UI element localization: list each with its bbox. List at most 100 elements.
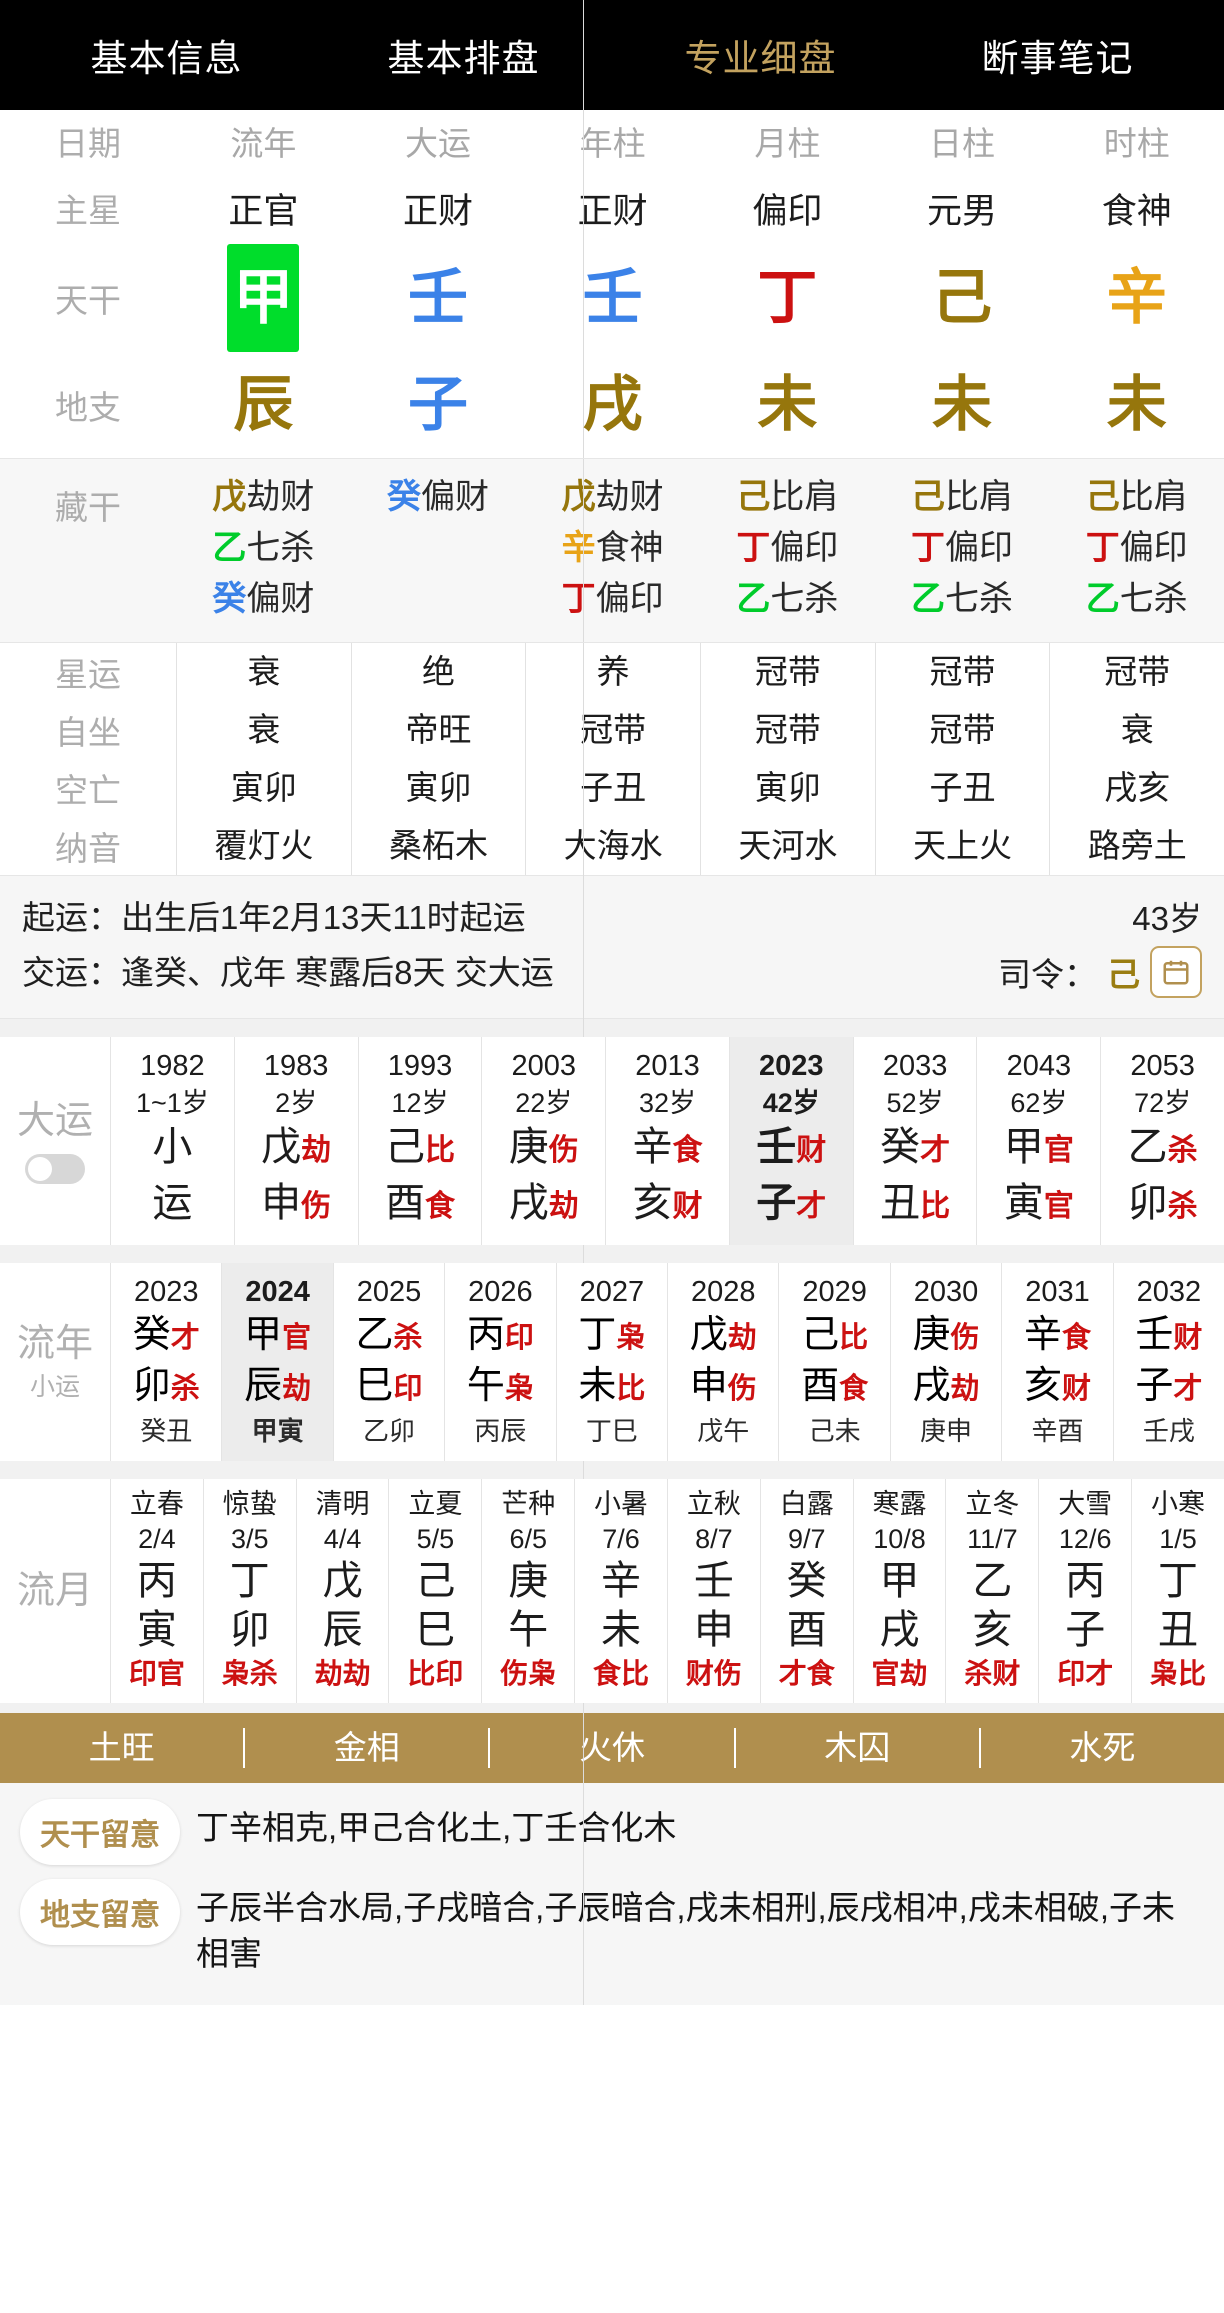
- liunian-col[interactable]: 2032 壬财 子才 壬戌: [1112, 1263, 1224, 1461]
- liunian-xiaoyun: 乙卯: [363, 1416, 416, 1446]
- liunian-year: 2024: [245, 1276, 310, 1308]
- hidden-col-day: 己比肩 丁偏印 乙七杀: [875, 473, 1050, 624]
- liunian-col-selected[interactable]: 2024 甲官 辰劫 甲寅: [221, 1263, 333, 1461]
- liuyue-col[interactable]: 小寒 1/5 丁 丑 枭比: [1131, 1479, 1224, 1703]
- nayin-month: 天河水: [700, 817, 875, 875]
- nayin-day: 天上火: [874, 817, 1050, 875]
- nayin-year: 大海水: [525, 817, 700, 875]
- dayun-col[interactable]: 2053 72岁 乙杀 卯杀: [1100, 1037, 1224, 1245]
- dayun-col-selected[interactable]: 2023 42岁 壬财 子才: [728, 1037, 853, 1245]
- liuyue-col[interactable]: 惊蛰 3/5 丁 卯 枭杀: [202, 1479, 296, 1703]
- liunian-stem-row: 丙印: [466, 1314, 534, 1356]
- hidden-item: 丁偏印: [736, 529, 839, 567]
- liuyue-col[interactable]: 寒露 10/8 甲 戌 官劫: [852, 1479, 946, 1703]
- xiaoyun-toggle[interactable]: [25, 1154, 85, 1184]
- liuyue-stem: 甲: [879, 1559, 920, 1603]
- dayun-col[interactable]: 2033 52岁 癸才 丑比: [852, 1037, 977, 1245]
- section-separator: [0, 1245, 1224, 1263]
- tab-professional-chart[interactable]: 专业细盘: [685, 28, 837, 82]
- liuyue-col[interactable]: 立秋 8/7 壬 申 财伤: [666, 1479, 760, 1703]
- dayun-col[interactable]: 1983 2岁 戊劫 申伤: [233, 1037, 358, 1245]
- dayun-branch-row: 酉食: [384, 1181, 455, 1225]
- liuyue-date: 11/7: [967, 1524, 1018, 1554]
- pillar-table: 日期 流年 大运 年柱 月柱 日柱 时柱 主星 正官 正财 正财 偏印 元男 食…: [0, 0, 1224, 2005]
- liunian-section: 流年 小运 2023 癸才 卯杀 癸丑 2024 甲官 辰劫 甲寅 2025 乙…: [0, 1263, 1224, 1461]
- liunian-year: 2026: [468, 1276, 533, 1308]
- branch-dayun: 子: [408, 371, 468, 438]
- liuyue-col[interactable]: 小暑 7/6 辛 未 食比: [574, 1479, 667, 1703]
- dayun-year: 2043: [1006, 1050, 1072, 1082]
- liuyue-col[interactable]: 立春 2/4 丙 寅 印官: [110, 1479, 203, 1703]
- jiaoyun-label: 交运：: [22, 954, 121, 991]
- calendar-icon[interactable]: [1150, 946, 1202, 998]
- section-separator: [0, 1019, 1224, 1037]
- mainstar-month: 偏印: [752, 191, 823, 231]
- liunian-year: 2028: [690, 1276, 756, 1308]
- toggle-knob: [28, 1157, 52, 1181]
- liuyue-stem: 丁: [1158, 1559, 1199, 1603]
- tab-basic-chart[interactable]: 基本排盘: [388, 28, 540, 82]
- liunian-col[interactable]: 2025 乙杀 巳印 乙卯: [332, 1263, 444, 1461]
- liuyue-col[interactable]: 立冬 11/7 乙 亥 杀财: [945, 1479, 1038, 1703]
- liuyue-date: 6/5: [509, 1524, 547, 1554]
- liuyue-stem: 己: [415, 1559, 456, 1603]
- liunian-xiaoyun: 戊午: [697, 1416, 750, 1446]
- liunian-col[interactable]: 2030 庚伤 戌劫 庚申: [889, 1263, 1001, 1461]
- void-hour: 戌亥: [1049, 759, 1224, 817]
- selfsit-year: 冠带: [525, 701, 700, 759]
- dayun-stem-row: 壬财: [756, 1125, 827, 1169]
- dayun-col[interactable]: 2013 32岁 辛食 亥财: [605, 1037, 729, 1245]
- liuyue-branch: 子: [1065, 1608, 1106, 1652]
- liunian-col[interactable]: 2027 丁枭 未比 丁巳: [555, 1263, 667, 1461]
- liuyue-col[interactable]: 大雪 12/6 丙 子 印才: [1038, 1479, 1131, 1703]
- liunian-col[interactable]: 2029 己比 酉食 己未: [778, 1263, 889, 1461]
- hidden-item: 丁偏印: [1085, 529, 1188, 567]
- liuyue-col[interactable]: 清明 4/4 戊 辰 劫劫: [295, 1479, 389, 1703]
- stem-day: 己: [932, 264, 993, 331]
- notes-section: 天干留意 丁辛相克,甲己合化土,丁壬合化木 地支留意 子辰半合水局,子戌暗合,子…: [0, 1783, 1224, 2005]
- dayun-col[interactable]: 1982 1~1岁 小 运: [110, 1037, 234, 1245]
- row-label-date: 日期: [55, 125, 121, 162]
- dayun-branch-row: 卯杀: [1127, 1181, 1198, 1225]
- liunian-year: 2030: [913, 1276, 979, 1308]
- dayun-col[interactable]: 1993 12岁 己比 酉食: [357, 1037, 482, 1245]
- liuyue-col[interactable]: 芒种 6/5 庚 午 伤枭: [481, 1479, 574, 1703]
- dayun-col[interactable]: 2003 22岁 庚伤 戌劫: [481, 1037, 605, 1245]
- dayun-stem-row: 辛食: [632, 1125, 703, 1169]
- pillar-header-row: 日期 流年 大运 年柱 月柱 日柱 时柱: [0, 0, 1224, 2005]
- dayun-branch-row: 亥财: [632, 1181, 703, 1225]
- tab-notes[interactable]: 断事笔记: [982, 28, 1134, 82]
- liuyue-stem: 乙: [972, 1559, 1013, 1603]
- hidden-item: 癸偏财: [387, 478, 489, 516]
- liuyue-branch: 亥: [972, 1608, 1013, 1652]
- dayun-col[interactable]: 2043 62岁 甲官 寅官: [976, 1037, 1100, 1245]
- liunian-col[interactable]: 2023 癸才 卯杀 癸丑: [110, 1263, 221, 1461]
- row-label-nayin: 纳音: [55, 830, 121, 867]
- void-liunian: 寅卯: [176, 759, 351, 817]
- hidden-stems-section: 藏干 戊劫财 乙七杀 癸偏财 癸偏财 戊劫财 辛食神 丁偏印 己比肩 丁偏印 乙…: [0, 458, 1224, 643]
- liuyue-branch: 丑: [1158, 1608, 1199, 1652]
- liunian-col[interactable]: 2028 戊劫 申伤 戊午: [667, 1263, 778, 1461]
- liuyue-col[interactable]: 立夏 5/5 己 巳 比印: [388, 1479, 481, 1703]
- hidden-item: 乙七杀: [911, 580, 1014, 618]
- liunian-col[interactable]: 2031 辛食 亥财 辛酉: [1001, 1263, 1112, 1461]
- wuxing-item-earth: 土旺: [88, 1729, 155, 1766]
- row-label-earthly-branch: 地支: [55, 389, 121, 426]
- wuxing-item-wood: 木囚: [733, 1728, 979, 1768]
- luck-info-right: 43岁 司令： 己: [998, 890, 1202, 998]
- liunian-branch-row: 午枭: [466, 1365, 534, 1407]
- hidden-col-dayun: 癸偏财: [351, 473, 526, 624]
- note-row-heavenly: 天干留意 丁辛相克,甲己合化土,丁壬合化木: [20, 1799, 1204, 1865]
- liunian-stem-row: 乙杀: [355, 1314, 423, 1356]
- wuxing-item-fire: 火休: [488, 1728, 733, 1768]
- dayun-year: 1983: [263, 1050, 329, 1082]
- liuyue-col[interactable]: 白露 9/7 癸 酉 才食: [759, 1479, 853, 1703]
- liuyue-gods: 印官: [128, 1658, 185, 1689]
- liunian-xiaoyun: 辛酉: [1031, 1416, 1084, 1446]
- liunian-col[interactable]: 2026 丙印 午枭 丙辰: [444, 1263, 555, 1461]
- luck-info-lines: 起运：出生后1年2月13天11时起运 交运：逢癸、戊年 寒露后8天 交大运: [22, 890, 554, 1000]
- tab-basic-info[interactable]: 基本信息: [91, 28, 243, 82]
- dayun-branch-row: 丑比: [880, 1181, 951, 1225]
- hidden-item: 乙七杀: [1085, 580, 1188, 618]
- dayun-label: 大运: [16, 1100, 93, 1142]
